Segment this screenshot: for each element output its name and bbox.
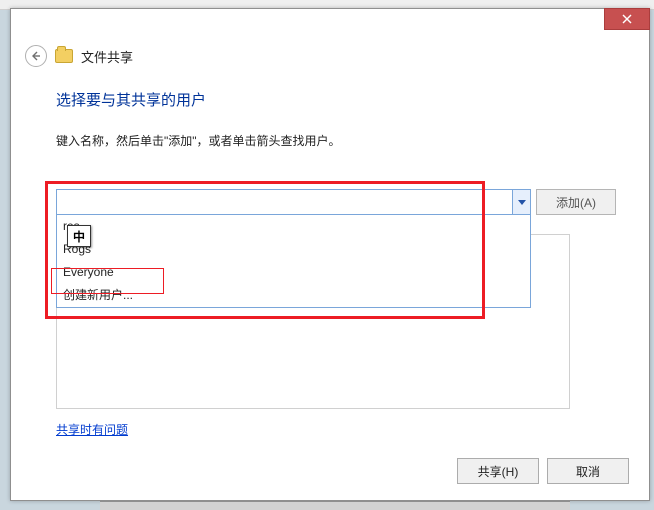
page-subtext: 键入名称，然后单击"添加"，或者单击箭头查找用户。: [56, 132, 616, 149]
window-title: 文件共享: [81, 47, 133, 66]
window-header: 文件共享: [25, 45, 133, 67]
close-icon: [622, 14, 632, 24]
dropdown-item-create-user[interactable]: 创建新用户...: [57, 284, 530, 307]
chevron-down-icon: [518, 200, 526, 205]
add-button[interactable]: 添加(A): [536, 189, 616, 215]
ime-indicator: 中: [67, 225, 91, 247]
user-dropdown: res Rogs Everyone 创建新用户...: [56, 214, 531, 308]
dropdown-item[interactable]: Rogs: [57, 238, 530, 261]
cancel-button[interactable]: 取消: [547, 458, 629, 484]
arrow-left-icon: [30, 50, 42, 62]
folder-icon: [55, 49, 73, 63]
dropdown-toggle[interactable]: [512, 190, 530, 214]
dialog-footer: 共享(H) 取消: [457, 458, 629, 484]
help-link[interactable]: 共享时有问题: [56, 421, 128, 438]
user-combo: res Rogs Everyone 创建新用户...: [56, 189, 531, 215]
file-share-window: 文件共享 选择要与其共享的用户 键入名称，然后单击"添加"，或者单击箭头查找用户…: [10, 8, 650, 501]
user-input[interactable]: [56, 189, 531, 215]
dropdown-item-everyone[interactable]: Everyone: [57, 261, 530, 284]
dropdown-item[interactable]: res: [57, 215, 530, 238]
share-button[interactable]: 共享(H): [457, 458, 539, 484]
close-button[interactable]: [604, 8, 650, 30]
back-button[interactable]: [25, 45, 47, 67]
page-heading: 选择要与其共享的用户: [56, 89, 616, 110]
